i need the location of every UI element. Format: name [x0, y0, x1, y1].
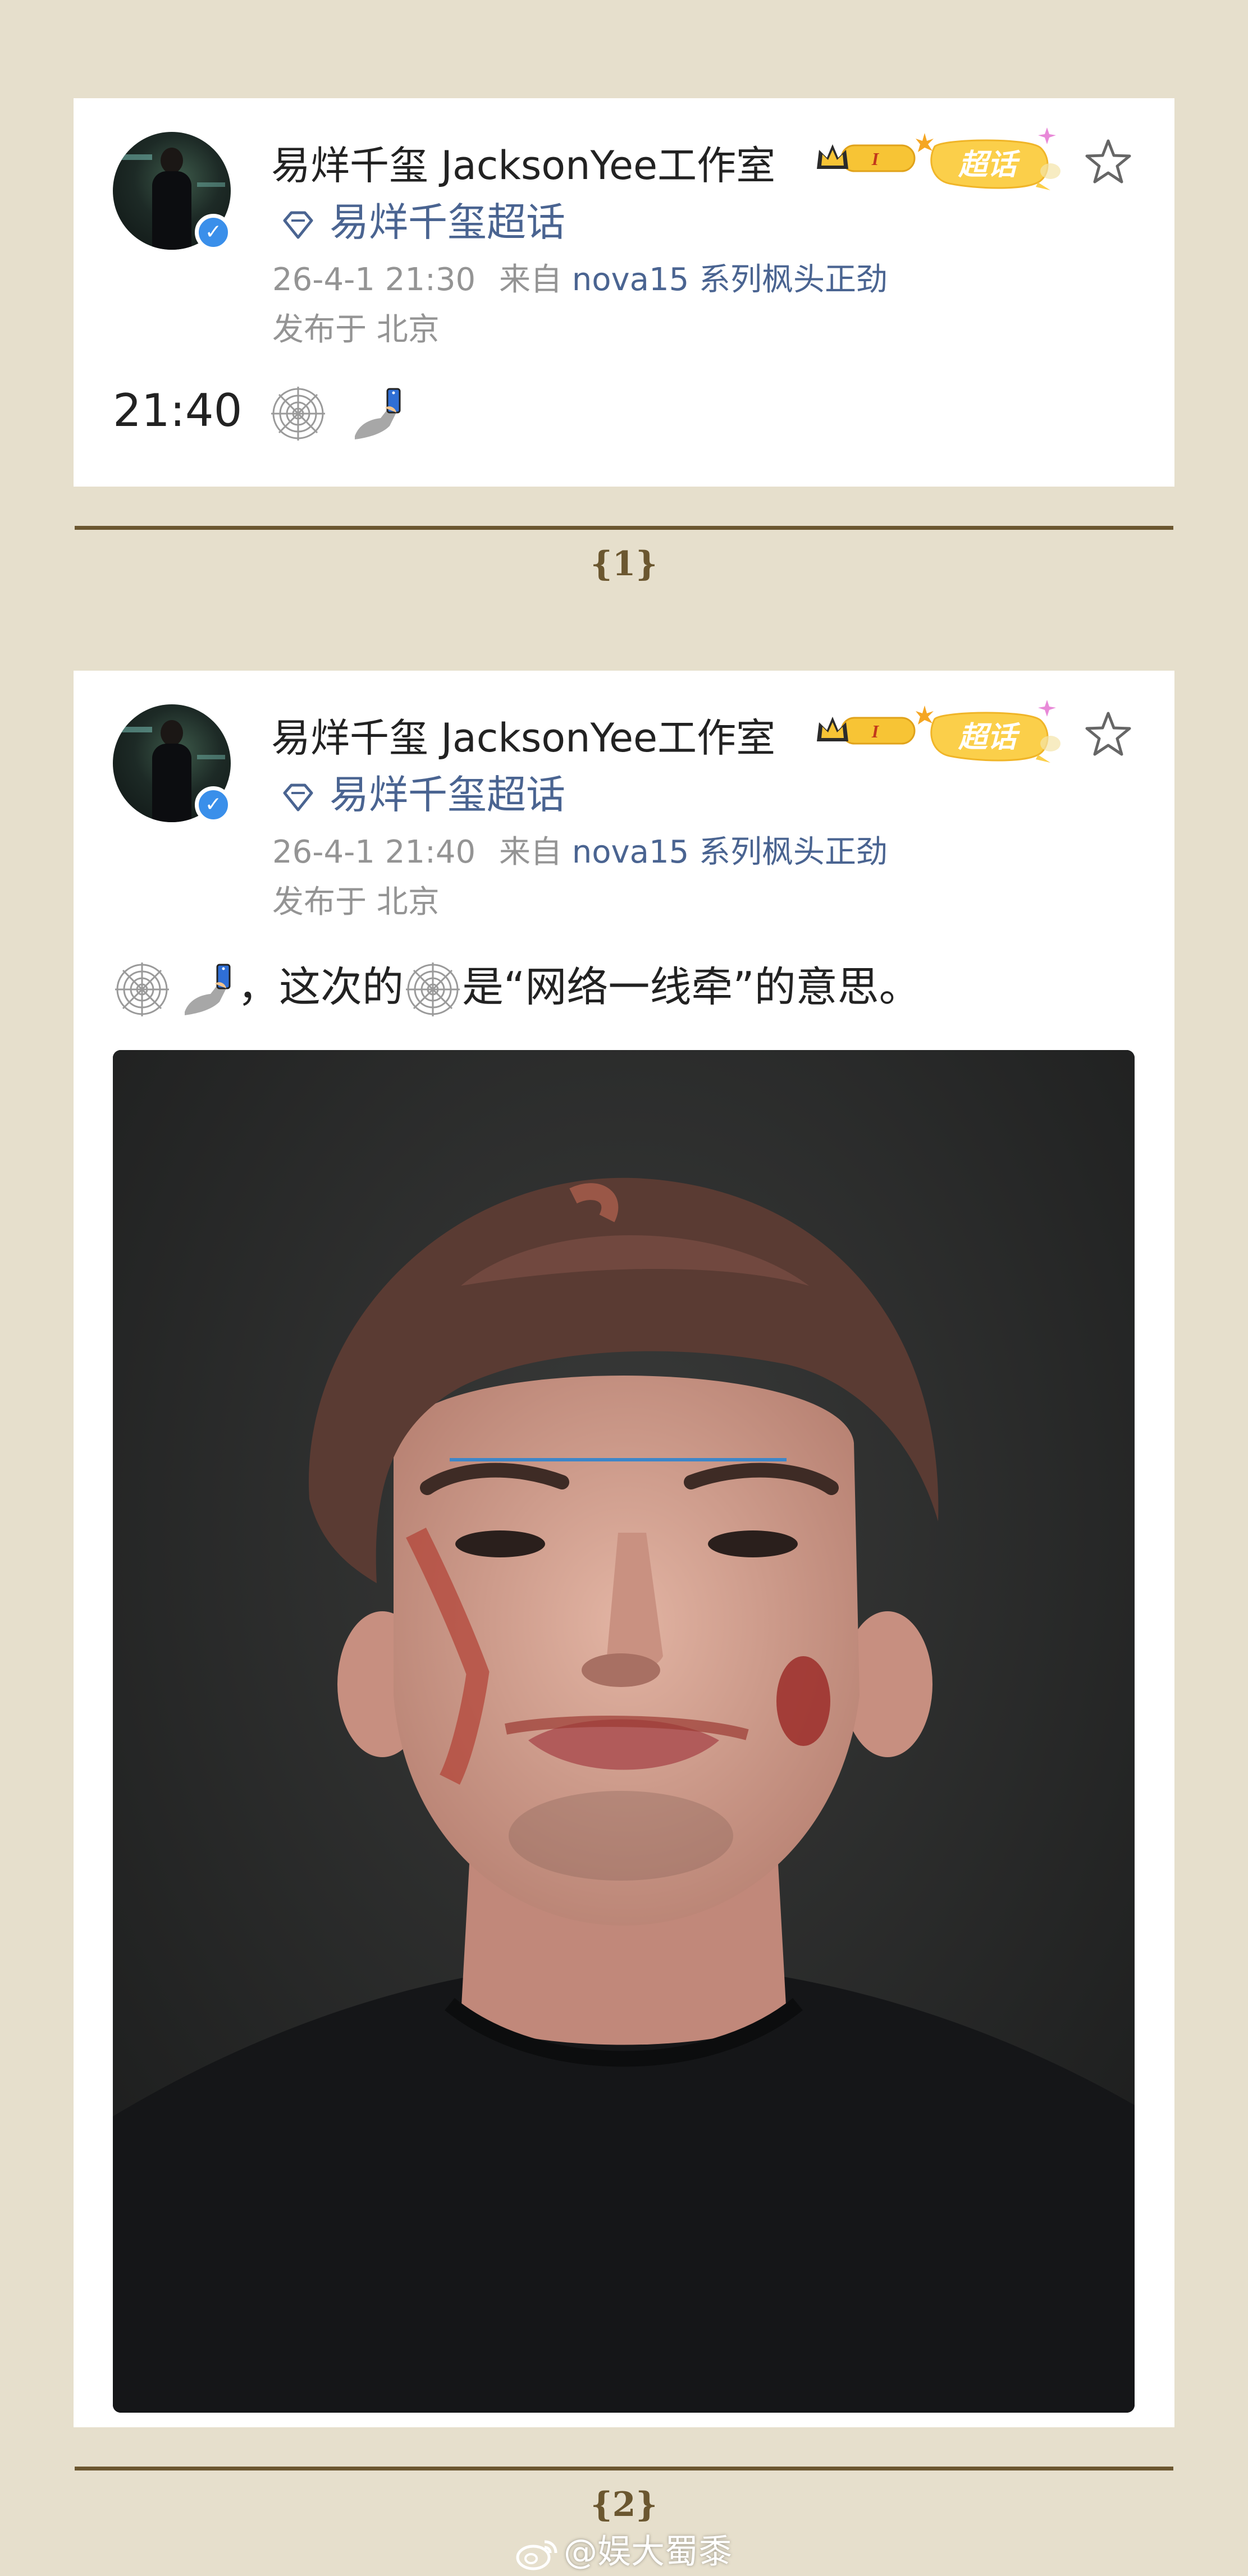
star-icon[interactable]	[1084, 137, 1132, 186]
post-meta: 26-4-1 21:30 来自 nova15 系列枫头正劲	[272, 254, 888, 300]
spider-web-icon	[271, 387, 325, 441]
post-time: 26-4-1 21:30	[272, 262, 476, 298]
supertopic-label: 易烊千玺超话	[330, 772, 565, 818]
star-icon[interactable]	[1084, 710, 1132, 758]
source-prefix: 来自	[499, 262, 562, 298]
weibo-post-card-2: ✓ 易烊千玺 JacksonYee工作室 I 超话 易烊千玺超话 26-4-1 …	[74, 671, 1174, 2427]
supertopic-label: 易烊千玺超话	[330, 199, 565, 245]
author-name[interactable]: 易烊千玺 JacksonYee工作室	[271, 134, 775, 191]
diamond-icon	[283, 783, 313, 812]
weibo-icon	[516, 2540, 557, 2570]
post-text-part1: ，这次的	[237, 963, 404, 1011]
post-text: 21:40	[113, 384, 408, 443]
supertopic-link[interactable]: 易烊千玺超话	[281, 191, 565, 247]
crown-level-badge: I	[817, 717, 916, 745]
divider	[75, 526, 1173, 530]
caption-label: {1}	[591, 544, 657, 584]
post-meta: 26-4-1 21:40 来自 nova15 系列枫头正劲	[272, 827, 888, 872]
portrait-photo	[113, 1050, 1135, 2413]
post-photo[interactable]	[113, 1050, 1135, 2413]
source-prefix: 来自	[499, 834, 562, 870]
post-text-part2: 是“网络一线牵”的意思。	[462, 963, 921, 1011]
selfie-icon	[185, 964, 231, 1016]
post-text: ，这次的 是“网络一线牵”的意思。	[113, 954, 921, 1019]
divider	[75, 2467, 1173, 2470]
watermark: @娱大蜀黍	[515, 2524, 732, 2573]
svg-text:超话: 超话	[958, 721, 1021, 754]
verified-icon: ✓	[195, 786, 232, 823]
device-link[interactable]: nova15 系列枫头正劲	[572, 834, 888, 870]
supertopic-badge: 超话	[916, 700, 1060, 763]
post-location: 发布于 北京	[272, 311, 440, 348]
caption-label: {2}	[591, 2485, 657, 2524]
supertopic-link[interactable]: 易烊千玺超话	[281, 763, 565, 820]
post-text-time: 21:40	[113, 384, 243, 437]
watermark-text: @娱大蜀黍	[564, 2532, 732, 2572]
selfie-icon	[355, 388, 401, 440]
svg-text:I: I	[871, 721, 880, 741]
weibo-post-card-1: ✓ 易烊千玺 JacksonYee工作室 I 超话 易烊千玺超话 26-4-1 …	[74, 98, 1174, 487]
spider-web-icon	[115, 962, 169, 1017]
post-time: 26-4-1 21:40	[272, 834, 476, 870]
diamond-icon	[283, 211, 313, 239]
supertopic-badge: 超话	[916, 127, 1060, 190]
post-location: 发布于 北京	[272, 884, 440, 920]
crown-level-badge: I	[817, 144, 916, 172]
svg-text:超话: 超话	[958, 148, 1021, 182]
spider-web-icon	[406, 962, 460, 1017]
device-link[interactable]: nova15 系列枫头正劲	[572, 262, 888, 298]
verified-icon: ✓	[195, 214, 232, 251]
svg-text:I: I	[871, 149, 880, 169]
author-name[interactable]: 易烊千玺 JacksonYee工作室	[271, 707, 775, 763]
